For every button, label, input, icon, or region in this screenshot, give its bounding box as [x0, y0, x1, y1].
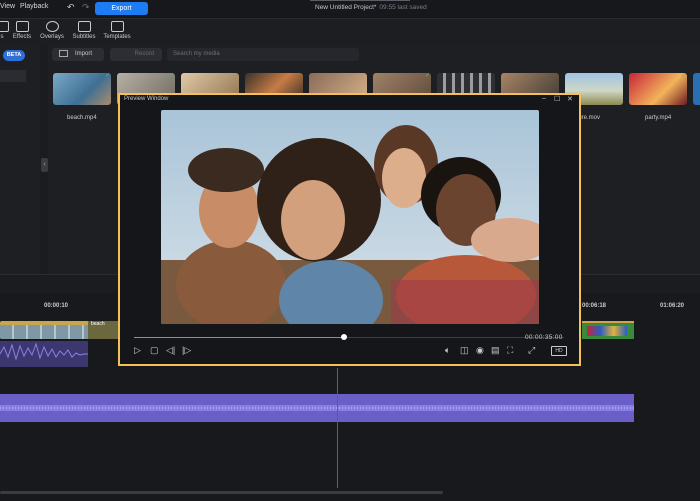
- timeline-scrollbar[interactable]: [0, 491, 443, 494]
- export-button[interactable]: Export: [95, 2, 148, 15]
- timeline-timecode: 00:06:18: [582, 303, 607, 309]
- volume-icon[interactable]: 🔈︎: [445, 345, 450, 355]
- media-label: party.mp4: [645, 115, 672, 121]
- tool-templates[interactable]: Templates: [97, 21, 137, 40]
- crop-icon[interactable]: ⛶: [507, 345, 513, 355]
- waveform: [0, 405, 634, 411]
- import-icon: [59, 49, 68, 57]
- collapse-handle[interactable]: ‹: [41, 158, 48, 172]
- clip-label: beach: [91, 321, 105, 327]
- video-image: [161, 110, 539, 324]
- effects-icon: [15, 21, 29, 32]
- fullscreen-icon[interactable]: ⤢: [528, 345, 535, 355]
- redo-icon[interactable]: ↷: [82, 2, 90, 13]
- tool-label: Subtitles: [72, 34, 96, 40]
- tool-label: Effects: [12, 34, 32, 40]
- video-clip-beach[interactable]: beach: [88, 321, 118, 339]
- playhead[interactable]: [337, 368, 338, 488]
- media-thumbnail[interactable]: ✓: [629, 73, 687, 105]
- subtitles-icon: [77, 21, 91, 32]
- check-icon: ✓: [425, 73, 431, 79]
- check-icon: ✓: [681, 73, 687, 79]
- search-input[interactable]: Search my media: [167, 48, 359, 61]
- seek-bar-fill: [134, 337, 345, 338]
- waveform: [0, 342, 88, 361]
- maximize-icon[interactable]: ☐: [554, 95, 560, 103]
- snapshot-icon[interactable]: ◫: [460, 345, 469, 355]
- audio-track-waveform[interactable]: [0, 394, 634, 422]
- audio-clip[interactable]: [0, 341, 88, 367]
- video-frame[interactable]: [161, 110, 539, 324]
- title-underline: [310, 0, 410, 1]
- check-icon: ✓: [105, 73, 111, 79]
- subtitles-toggle-icon[interactable]: ▤: [491, 345, 500, 355]
- media-label: beach.mp4: [67, 115, 97, 121]
- timeline-timecode: 00:00:10: [44, 303, 69, 309]
- media-thumbnail[interactable]: ✓: [53, 73, 111, 105]
- undo-icon[interactable]: ↶: [67, 2, 75, 13]
- record-button[interactable]: Record: [110, 48, 162, 61]
- minimize-icon[interactable]: –: [542, 95, 546, 102]
- play-icon[interactable]: ▷: [134, 345, 141, 355]
- left-panel-selected-item[interactable]: [0, 70, 26, 82]
- menu-playback[interactable]: Playback: [20, 3, 48, 10]
- templates-icon: [110, 21, 124, 32]
- timeline-timecode: 01:06:20: [660, 303, 685, 309]
- overlays-icon: [45, 21, 59, 32]
- clip-filmstrip: [0, 325, 88, 339]
- check-icon: ✓: [169, 73, 175, 79]
- stop-icon[interactable]: ▢: [150, 345, 159, 355]
- media-thumbnail[interactable]: [693, 73, 700, 105]
- project-name: New Untitled Project*: [315, 4, 377, 11]
- quality-badge[interactable]: HD: [551, 346, 567, 356]
- preview-timecode: 00:00:35:00: [525, 334, 563, 341]
- saved-status: 09:55 last saved: [379, 4, 427, 11]
- preview-title: Preview Window: [124, 96, 169, 102]
- beta-badge[interactable]: BETA: [3, 50, 25, 61]
- seek-handle[interactable]: [341, 334, 347, 340]
- import-label: Import: [75, 51, 93, 57]
- tool-label: Templates: [103, 34, 131, 40]
- project-title: New Untitled Project* 09:55 last saved: [315, 4, 427, 11]
- menu-view[interactable]: View: [0, 3, 15, 10]
- next-frame-icon[interactable]: |▷: [182, 345, 191, 355]
- close-icon[interactable]: ✕: [567, 95, 573, 103]
- clip-filmstrip: [587, 326, 627, 336]
- video-clip-right[interactable]: [582, 323, 634, 339]
- previous-frame-icon[interactable]: ◁|: [166, 345, 175, 355]
- clip-border: [582, 321, 634, 323]
- tool-label: Overlays: [40, 34, 64, 40]
- import-button[interactable]: Import: [52, 48, 104, 61]
- record-icon[interactable]: ◉: [476, 345, 484, 355]
